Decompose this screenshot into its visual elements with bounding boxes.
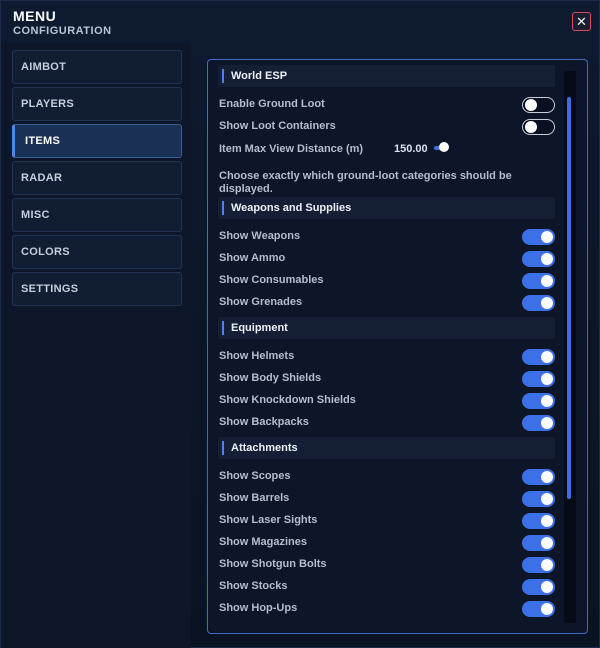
toggle-knob <box>541 373 553 385</box>
toggle-knob <box>541 537 553 549</box>
max-view-distance-value: 150.00 <box>394 143 428 155</box>
panel-scrollbar[interactable] <box>564 71 576 623</box>
section-title: Attachments <box>231 442 298 454</box>
show-laser-sights-label: Show Laser Sights <box>219 514 318 526</box>
toggle-knob <box>541 603 553 615</box>
toggle-knob <box>541 493 553 505</box>
section-header-world-esp: World ESP <box>218 65 555 87</box>
show-stocks-label: Show Stocks <box>219 580 288 592</box>
menu-title: MENU <box>13 8 57 24</box>
show-barrels-label: Show Barrels <box>219 492 290 504</box>
show-knockdown-shields-label: Show Knockdown Shields <box>219 394 356 406</box>
show-helmets-toggle[interactable] <box>522 349 555 365</box>
show-consumables-label: Show Consumables <box>219 274 324 286</box>
toggle-knob <box>541 559 553 571</box>
toggle-knob <box>541 253 553 265</box>
show-scopes-label: Show Scopes <box>219 470 291 482</box>
show-weapons-label: Show Weapons <box>219 230 301 242</box>
show-shotgun-bolts-label: Show Shotgun Bolts <box>219 558 327 570</box>
show-helmets-label: Show Helmets <box>219 350 295 362</box>
section-accent-bar <box>222 321 224 335</box>
show-laser-sights-toggle[interactable] <box>522 513 555 529</box>
sidebar-item-colors[interactable]: COLORS <box>12 235 182 269</box>
show-stocks-toggle[interactable] <box>522 579 555 595</box>
show-shotgun-bolts-toggle[interactable] <box>522 557 555 573</box>
toggle-knob <box>541 275 553 287</box>
section-accent-bar <box>222 201 224 215</box>
show-grenades-toggle[interactable] <box>522 295 555 311</box>
slider-handle[interactable] <box>439 142 449 152</box>
section-accent-bar <box>222 441 224 455</box>
sidebar-item-aimbot[interactable]: AIMBOT <box>12 50 182 84</box>
toggle-knob <box>541 231 553 243</box>
toggle-knob <box>541 351 553 363</box>
max-view-distance-label: Item Max View Distance (m) <box>219 143 364 155</box>
show-magazines-toggle[interactable] <box>522 535 555 551</box>
menu-subtitle: CONFIGURATION <box>13 25 112 37</box>
section-accent-bar <box>222 69 224 83</box>
toggle-knob <box>525 99 537 111</box>
section-title: Weapons and Supplies <box>231 202 352 214</box>
toggle-knob <box>525 121 537 133</box>
close-icon: ✕ <box>576 14 587 29</box>
show-barrels-toggle[interactable] <box>522 491 555 507</box>
enable-ground-loot-label: Enable Ground Loot <box>219 98 325 110</box>
show-hop-ups-toggle[interactable] <box>522 601 555 617</box>
close-button[interactable]: ✕ <box>572 12 591 31</box>
sidebar-item-items[interactable]: ITEMS <box>12 124 182 158</box>
toggle-knob <box>541 395 553 407</box>
show-consumables-toggle[interactable] <box>522 273 555 289</box>
section-header-equipment: Equipment <box>218 317 555 339</box>
toggle-knob <box>541 581 553 593</box>
section-title: World ESP <box>231 70 288 82</box>
show-loot-containers-label: Show Loot Containers <box>219 120 336 132</box>
sidebar-item-players[interactable]: PLAYERS <box>12 87 182 121</box>
show-scopes-toggle[interactable] <box>522 469 555 485</box>
toggle-knob <box>541 471 553 483</box>
show-backpacks-label: Show Backpacks <box>219 416 309 428</box>
scrollbar-thumb[interactable] <box>567 97 571 499</box>
toggle-knob <box>541 417 553 429</box>
show-backpacks-toggle[interactable] <box>522 415 555 431</box>
show-body-shields-label: Show Body Shields <box>219 372 322 384</box>
toggle-knob <box>541 297 553 309</box>
show-magazines-label: Show Magazines <box>219 536 308 548</box>
show-body-shields-toggle[interactable] <box>522 371 555 387</box>
show-ammo-toggle[interactable] <box>522 251 555 267</box>
show-weapons-toggle[interactable] <box>522 229 555 245</box>
show-grenades-label: Show Grenades <box>219 296 303 308</box>
loot-categories-description: Choose exactly which ground-loot categor… <box>219 170 512 195</box>
section-header-weapons-supplies: Weapons and Supplies <box>218 197 555 219</box>
menu-window: MENU CONFIGURATION ✕ AIMBOT PLAYERS ITEM… <box>0 0 600 648</box>
show-hop-ups-label: Show Hop-Ups <box>219 602 298 614</box>
sidebar-item-misc[interactable]: MISC <box>12 198 182 232</box>
window-header: MENU CONFIGURATION <box>13 8 112 37</box>
show-knockdown-shields-toggle[interactable] <box>522 393 555 409</box>
section-title: Equipment <box>231 322 288 334</box>
sidebar-item-settings[interactable]: SETTINGS <box>12 272 182 306</box>
show-loot-containers-toggle[interactable] <box>522 119 555 135</box>
sidebar-item-radar[interactable]: RADAR <box>12 161 182 195</box>
enable-ground-loot-toggle[interactable] <box>522 97 555 113</box>
show-ammo-label: Show Ammo <box>219 252 286 264</box>
section-header-attachments: Attachments <box>218 437 555 459</box>
toggle-knob <box>541 515 553 527</box>
sidebar: AIMBOT PLAYERS ITEMS RADAR MISC COLORS S… <box>1 43 191 648</box>
